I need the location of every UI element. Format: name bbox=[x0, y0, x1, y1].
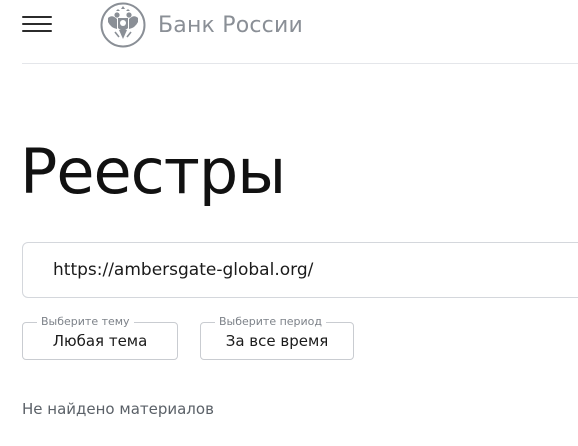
search-box[interactable] bbox=[22, 242, 578, 298]
period-select-value: За все время bbox=[225, 332, 329, 350]
topic-select-value: Любая тема bbox=[52, 332, 148, 350]
hamburger-menu-icon[interactable] bbox=[22, 15, 52, 33]
topic-select[interactable]: Выберите тему Любая тема bbox=[22, 315, 178, 360]
double-headed-eagle-emblem-icon bbox=[100, 2, 146, 48]
header-divider bbox=[22, 63, 578, 64]
topic-select-legend: Выберите тему bbox=[37, 315, 134, 329]
period-select-legend: Выберите период bbox=[215, 315, 327, 329]
bank-logo[interactable]: Банк России bbox=[100, 2, 303, 48]
site-header: Банк России bbox=[0, 0, 578, 64]
search-input[interactable] bbox=[53, 243, 573, 297]
logo-text: Банк России bbox=[158, 12, 303, 38]
period-select[interactable]: Выберите период За все время bbox=[200, 315, 354, 360]
empty-results-message: Не найдено материалов bbox=[22, 400, 214, 418]
page-title: Реестры bbox=[20, 135, 286, 208]
